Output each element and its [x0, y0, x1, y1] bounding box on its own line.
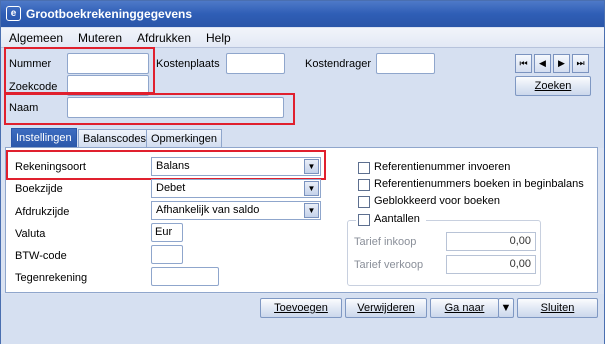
- valuta-input[interactable]: Eur: [151, 223, 183, 242]
- ga-naar-button[interactable]: Ga naar: [430, 298, 499, 318]
- afdrukzijde-select[interactable]: Afhankelijk van saldo ▼: [151, 201, 321, 220]
- boekzijde-value: Debet: [156, 182, 186, 194]
- kostendrager-label: Kostendrager: [305, 58, 372, 70]
- tab-balanscodes[interactable]: Balanscodes: [78, 129, 151, 148]
- nummer-input[interactable]: [67, 53, 149, 74]
- next-record-icon[interactable]: ▶: [553, 54, 570, 73]
- tab-strip: Instellingen Balanscodes Opmerkingen: [1, 128, 604, 148]
- rekeningsoort-select[interactable]: Balans ▼: [151, 157, 321, 176]
- aantallen-group: [347, 220, 541, 286]
- boekzijde-label: Boekzijde: [15, 183, 63, 195]
- sluiten-button[interactable]: Sluiten: [517, 298, 598, 318]
- first-record-icon[interactable]: ⏮: [515, 54, 532, 73]
- geblokkeerd-label: Geblokkeerd voor boeken: [374, 195, 500, 207]
- referentienummer-invoeren-label: Referentienummer invoeren: [374, 161, 511, 173]
- title-bar: e Grootboekrekeninggegevens: [1, 1, 604, 27]
- chevron-down-icon[interactable]: ▼: [304, 203, 319, 218]
- referentienummer-invoeren-checkbox[interactable]: [358, 162, 370, 174]
- zoekcode-input[interactable]: [67, 75, 149, 96]
- naam-input[interactable]: [67, 97, 284, 118]
- kostenplaats-label: Kostenplaats: [156, 58, 220, 70]
- zoekcode-label: Zoekcode: [9, 81, 58, 93]
- tarief-inkoop-input[interactable]: 0,00: [446, 232, 536, 251]
- kostenplaats-input[interactable]: [226, 53, 285, 74]
- afdrukzijde-value: Afhankelijk van saldo: [156, 204, 260, 216]
- aantallen-label: Aantallen: [374, 213, 420, 225]
- kostendrager-input[interactable]: [376, 53, 435, 74]
- naam-label: Naam: [9, 102, 39, 114]
- menu-muteren[interactable]: Muteren: [78, 31, 122, 45]
- toevoegen-button[interactable]: Toevoegen: [260, 298, 342, 318]
- valuta-label: Valuta: [15, 228, 46, 240]
- afdrukzijde-label: Afdrukzijde: [15, 206, 70, 218]
- tab-opmerkingen[interactable]: Opmerkingen: [146, 129, 223, 148]
- tarief-verkoop-input[interactable]: 0,00: [446, 255, 536, 274]
- menu-bar: Algemeen Muteren Afdrukken Help: [1, 28, 604, 48]
- geblokkeerd-checkbox[interactable]: [358, 196, 370, 208]
- previous-record-icon[interactable]: ◀: [534, 54, 551, 73]
- menu-afdrukken[interactable]: Afdrukken: [137, 31, 191, 45]
- menu-help[interactable]: Help: [206, 31, 231, 45]
- referentienummers-beginbalans-label: Referentienummers boeken in beginbalans: [374, 178, 584, 190]
- tarief-verkoop-label: Tarief verkoop: [354, 259, 424, 271]
- chevron-down-icon[interactable]: ▼: [304, 181, 319, 196]
- ga-naar-dropdown-icon[interactable]: ▼: [498, 298, 514, 318]
- btw-code-label: BTW-code: [15, 250, 67, 262]
- rekeningsoort-label: Rekeningsoort: [15, 161, 86, 173]
- rekeningsoort-value: Balans: [156, 160, 190, 172]
- referentienummers-beginbalans-checkbox[interactable]: [358, 179, 370, 191]
- tegenrekening-input[interactable]: [151, 267, 219, 286]
- menu-algemeen[interactable]: Algemeen: [9, 31, 63, 45]
- tarief-inkoop-label: Tarief inkoop: [354, 236, 417, 248]
- boekzijde-select[interactable]: Debet ▼: [151, 179, 321, 198]
- chevron-down-icon[interactable]: ▼: [304, 159, 319, 174]
- last-record-icon[interactable]: ⏭: [572, 54, 589, 73]
- tab-instellingen[interactable]: Instellingen: [11, 128, 77, 148]
- verwijderen-button[interactable]: Verwijderen: [345, 298, 427, 318]
- nummer-label: Nummer: [9, 58, 52, 70]
- app-icon: e: [6, 6, 21, 21]
- btw-code-input[interactable]: [151, 245, 183, 264]
- window: e Grootboekrekeninggegevens Algemeen Mut…: [0, 0, 605, 344]
- window-title: Grootboekrekeninggegevens: [26, 7, 193, 21]
- tegenrekening-label: Tegenrekening: [15, 272, 88, 284]
- zoeken-button[interactable]: Zoeken: [515, 76, 591, 96]
- aantallen-checkbox[interactable]: [358, 214, 370, 226]
